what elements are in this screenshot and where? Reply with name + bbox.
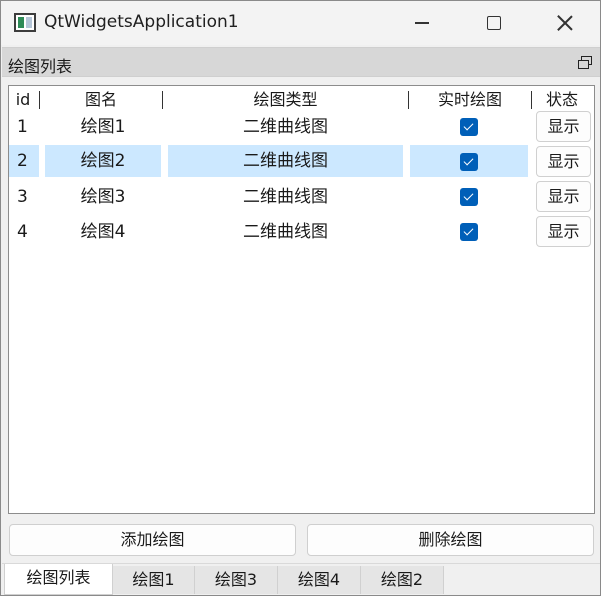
- cell-type[interactable]: 二维曲线图: [168, 216, 403, 248]
- dock-title: 绘图列表: [8, 57, 73, 76]
- header-name[interactable]: 图名: [40, 89, 162, 111]
- cell-id[interactable]: 4: [9, 216, 39, 248]
- cell-name[interactable]: 绘图2: [45, 145, 161, 177]
- show-button[interactable]: 显示: [536, 181, 591, 212]
- maximize-button[interactable]: [458, 1, 530, 45]
- realtime-checkbox[interactable]: [460, 188, 478, 206]
- show-button[interactable]: 显示: [536, 216, 591, 247]
- tab-bar: 绘图列表 绘图1 绘图3 绘图4 绘图2: [2, 563, 600, 595]
- tab-plot-2[interactable]: 绘图2: [361, 566, 444, 594]
- delete-plot-button[interactable]: 删除绘图: [307, 524, 594, 556]
- header-status[interactable]: 状态: [532, 89, 592, 111]
- minimize-button[interactable]: [386, 1, 458, 45]
- header-type[interactable]: 绘图类型: [163, 89, 408, 111]
- header-id[interactable]: id: [11, 89, 35, 111]
- cell-type[interactable]: 二维曲线图: [168, 111, 403, 143]
- cell-type[interactable]: 二维曲线图: [168, 181, 403, 213]
- add-plot-button[interactable]: 添加绘图: [9, 524, 296, 556]
- window-title: QtWidgetsApplication1: [44, 12, 239, 32]
- plot-table: id 图名 绘图类型 实时绘图 状态 1 绘图1 二维曲线图 显示 2 绘图2 …: [8, 85, 595, 514]
- realtime-checkbox[interactable]: [460, 118, 478, 136]
- realtime-checkbox[interactable]: [460, 223, 478, 241]
- tab-plot-list[interactable]: 绘图列表: [4, 564, 113, 595]
- main-window: QtWidgetsApplication1 绘图列表 id 图名 绘图类型 实时…: [0, 0, 601, 596]
- header-realtime[interactable]: 实时绘图: [409, 89, 531, 111]
- dock-header[interactable]: 绘图列表: [2, 47, 600, 77]
- cell-name[interactable]: 绘图1: [45, 111, 161, 143]
- cell-id[interactable]: 1: [9, 111, 39, 143]
- app-icon: [14, 13, 36, 32]
- tab-plot-4[interactable]: 绘图4: [278, 566, 361, 594]
- tab-plot-3[interactable]: 绘图3: [195, 566, 278, 594]
- close-button[interactable]: [529, 1, 601, 45]
- maximize-icon: [487, 16, 501, 30]
- show-button[interactable]: 显示: [536, 111, 591, 142]
- close-icon: [556, 14, 574, 32]
- tab-plot-1[interactable]: 绘图1: [113, 566, 195, 594]
- float-icon[interactable]: [578, 56, 592, 69]
- cell-type[interactable]: 二维曲线图: [168, 145, 403, 177]
- cell-id[interactable]: 3: [9, 181, 39, 213]
- cell-name[interactable]: 绘图4: [45, 216, 161, 248]
- realtime-checkbox[interactable]: [460, 153, 478, 171]
- minimize-icon: [415, 22, 429, 24]
- cell-name[interactable]: 绘图3: [45, 181, 161, 213]
- show-button[interactable]: 显示: [536, 146, 591, 177]
- cell-id[interactable]: 2: [9, 145, 39, 177]
- title-bar: QtWidgetsApplication1: [1, 1, 600, 45]
